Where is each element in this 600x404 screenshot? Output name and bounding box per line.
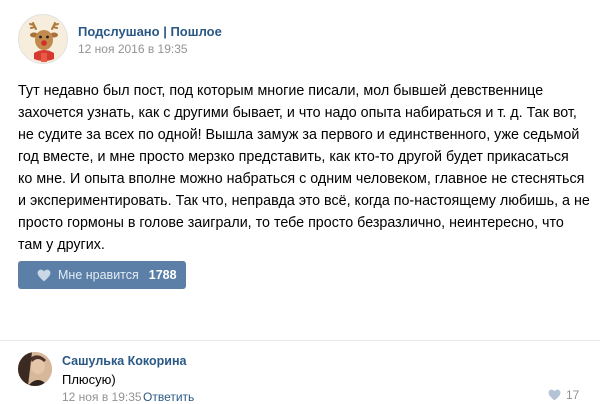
comment-avatar[interactable]: [18, 352, 52, 386]
comment-author[interactable]: Сашулька Кокорина: [62, 354, 186, 368]
divider: [0, 340, 600, 341]
comment-text: Плюсую): [62, 372, 116, 387]
like-label: Мне нравится: [58, 268, 139, 282]
like-count: 1788: [148, 268, 177, 282]
user-photo-icon: [18, 352, 52, 386]
post-text-line: ко мне. И опыта вполне можно набраться с…: [18, 171, 585, 187]
heart-icon: [37, 269, 51, 282]
post-text-line: там у других.: [18, 237, 105, 253]
community-avatar[interactable]: [18, 14, 68, 64]
reply-link[interactable]: Ответить: [143, 390, 194, 404]
post-text-line: и экспериментировать. Так что, неправда …: [18, 193, 590, 209]
post-text-line: просто гормоны в голове заиграли, то теб…: [18, 215, 564, 231]
post-text-line: захочется узнать, как с другими бывает, …: [18, 105, 577, 121]
heart-icon: [548, 389, 561, 401]
comment-like-count: 17: [566, 388, 580, 402]
post-text-line: Тут недавно был пост, под которым многие…: [18, 83, 544, 99]
comment-date[interactable]: 12 ноя в 19:35: [62, 390, 142, 404]
comment-like-button[interactable]: 17: [548, 388, 579, 402]
post-date[interactable]: 12 ноя 2016 в 19:35: [78, 42, 188, 56]
post-text: Тут недавно был пост, под которым многие…: [18, 80, 590, 256]
post-text-line: не судите за всех по одной! Вышла замуж …: [18, 127, 580, 143]
community-name[interactable]: Подслушано | Пошлое: [78, 24, 222, 39]
like-button[interactable]: Мне нравится 1788: [18, 261, 186, 289]
post-text-line: год вместе, и мне просто мерзко представ…: [18, 149, 569, 165]
reindeer-avatar-icon: [19, 15, 67, 63]
